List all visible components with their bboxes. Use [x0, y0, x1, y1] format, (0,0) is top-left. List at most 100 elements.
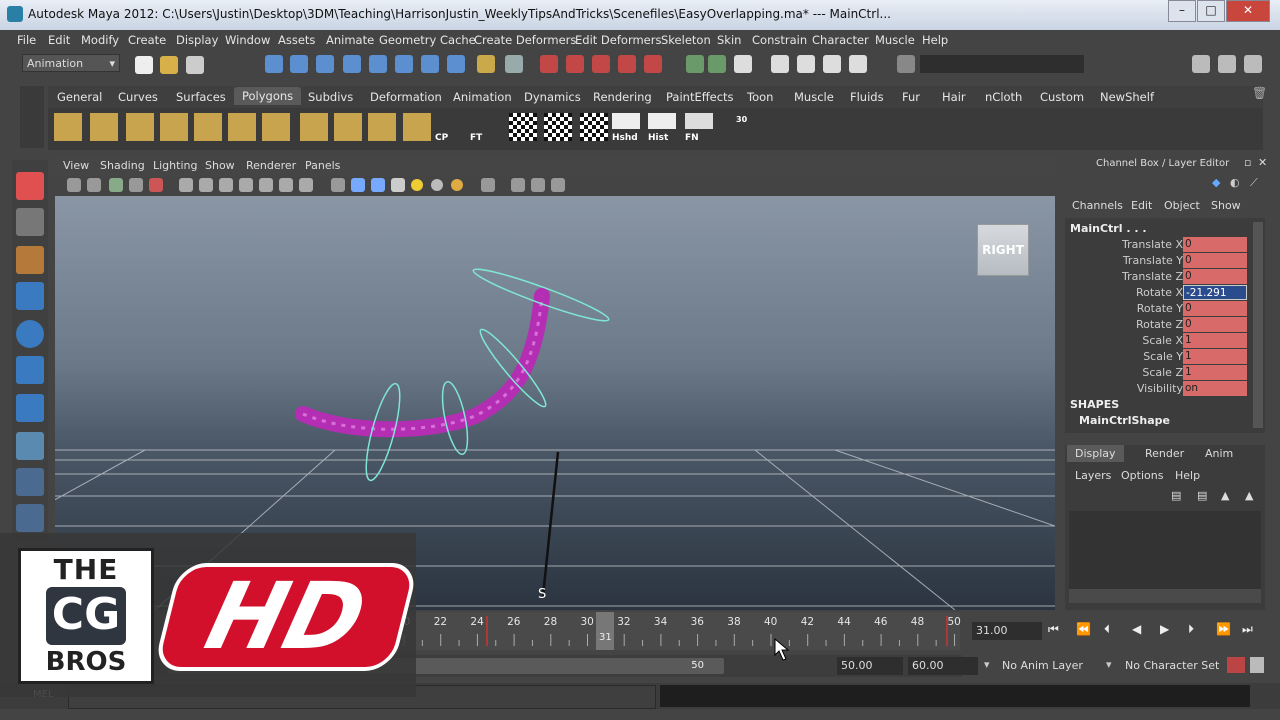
separate-icon[interactable]: [160, 113, 188, 141]
image-plane-icon[interactable]: [129, 178, 143, 192]
menu-create-deformers[interactable]: Create Deformers: [474, 33, 576, 47]
menu-character[interactable]: Character: [812, 33, 869, 47]
channel-row[interactable]: Translate X0: [1065, 237, 1247, 253]
snap-view-plane-icon[interactable]: [618, 55, 636, 73]
uv-checker-icon[interactable]: [544, 113, 572, 141]
channel-value[interactable]: 0: [1183, 269, 1247, 284]
output-ops-icon[interactable]: [708, 55, 726, 73]
tab-hair[interactable]: Hair: [942, 90, 966, 104]
menu-edit[interactable]: Edit: [48, 33, 70, 47]
render-current-icon[interactable]: [797, 55, 815, 73]
channel-box-scrollbar[interactable]: [1253, 222, 1263, 428]
channel-row[interactable]: Translate Z0: [1065, 269, 1247, 285]
step-back-frame-icon[interactable]: ⏪: [1076, 622, 1091, 636]
channel-row[interactable]: Visibility on: [1065, 381, 1247, 397]
select-tool-icon[interactable]: [16, 172, 44, 200]
grid-toggle-icon[interactable]: [179, 178, 193, 192]
menu-skeleton[interactable]: Skeleton: [661, 33, 711, 47]
cb-menu-object[interactable]: Object: [1164, 199, 1200, 212]
xray-components-icon[interactable]: [551, 178, 565, 192]
snap-curve-icon[interactable]: [566, 55, 584, 73]
poly-plane-icon[interactable]: [54, 113, 82, 141]
tab-painteffects[interactable]: PaintEffects: [666, 90, 734, 104]
layout-single-icon[interactable]: [16, 432, 44, 460]
shelf-menu-handle[interactable]: [20, 86, 44, 148]
cb-tool-icon[interactable]: ⟋: [1250, 176, 1258, 190]
play-forwards-icon[interactable]: ▶: [1160, 622, 1169, 636]
current-time-field[interactable]: 31.00: [972, 622, 1042, 640]
wireframe-on-shaded-icon[interactable]: [371, 178, 385, 192]
cb-menu-channels[interactable]: Channels: [1072, 199, 1123, 212]
layout-four-icon[interactable]: [16, 468, 44, 496]
toggle-channel-box-icon[interactable]: [1244, 55, 1262, 73]
sphere-edit-icon[interactable]: [403, 113, 431, 141]
uv-editor-icon[interactable]: [580, 113, 608, 141]
menu-geometry-cache[interactable]: Geometry Cache: [379, 33, 476, 47]
menu-skin[interactable]: Skin: [717, 33, 741, 47]
resolution-gate-icon[interactable]: [219, 178, 233, 192]
cb-layer-icon[interactable]: ◐: [1230, 176, 1240, 189]
xray-joints-icon[interactable]: [531, 178, 545, 192]
tab-muscle[interactable]: Muscle: [794, 90, 834, 104]
channel-row[interactable]: Translate Y0: [1065, 253, 1247, 269]
move-tool-icon[interactable]: [16, 282, 44, 310]
channel-value[interactable]: 0: [1183, 253, 1247, 268]
tab-custom[interactable]: Custom: [1040, 90, 1084, 104]
2d-pan-zoom-icon[interactable]: [149, 178, 163, 192]
lasso-tool-icon[interactable]: [16, 208, 44, 236]
channel-row[interactable]: Rotate Z0: [1065, 317, 1247, 333]
paint-select-icon[interactable]: [16, 246, 44, 274]
checker-icon[interactable]: [509, 113, 537, 141]
tab-animation[interactable]: Animation: [453, 90, 512, 104]
extract-icon[interactable]: [194, 113, 222, 141]
mirror-icon[interactable]: [262, 113, 290, 141]
move-down-icon[interactable]: ▲: [1245, 489, 1253, 502]
poly-cube-icon[interactable]: [90, 113, 118, 141]
camera-select-icon[interactable]: [67, 178, 81, 192]
select-misc-icon[interactable]: [447, 55, 465, 73]
select-surfaces-icon[interactable]: [421, 55, 439, 73]
menu-set-dropdown[interactable]: Animation ▾: [22, 54, 120, 72]
channel-value[interactable]: 0: [1183, 237, 1247, 252]
extrude-icon[interactable]: [300, 113, 328, 141]
minimize-button[interactable]: –: [1168, 0, 1196, 22]
highlight-selection-icon[interactable]: [505, 55, 523, 73]
shape-node-name[interactable]: MainCtrlShape: [1079, 414, 1170, 427]
use-all-lights-icon[interactable]: [411, 179, 423, 191]
menu-animate[interactable]: Animate: [326, 33, 374, 47]
anim-prefs-icon[interactable]: [1250, 657, 1264, 673]
move-up-icon[interactable]: ▲: [1221, 489, 1229, 502]
channel-row[interactable]: Scale Z1: [1065, 365, 1247, 381]
vp-menu-renderer[interactable]: Renderer: [246, 159, 296, 172]
menu-assets[interactable]: Assets: [278, 33, 315, 47]
go-to-end-icon[interactable]: ⏭: [1242, 622, 1253, 637]
wireframe-icon[interactable]: [331, 178, 345, 192]
menu-create[interactable]: Create: [128, 33, 166, 47]
smooth-icon[interactable]: [228, 113, 256, 141]
layer-hscrollbar[interactable]: [1069, 589, 1261, 603]
close-button[interactable]: ✕: [1226, 0, 1270, 22]
new-layer-icon[interactable]: ▤: [1171, 489, 1181, 502]
cb-toggle-icon[interactable]: ◆: [1212, 176, 1220, 189]
go-to-start-icon[interactable]: ⏮: [1048, 622, 1059, 637]
channel-value[interactable]: 1: [1183, 333, 1247, 348]
isolate-select-icon[interactable]: [481, 178, 495, 192]
smooth-shade-icon[interactable]: [351, 178, 365, 192]
channel-row[interactable]: Rotate Y0: [1065, 301, 1247, 317]
vp-menu-shading[interactable]: Shading: [100, 159, 145, 172]
channel-row[interactable]: Rotate X -21.291: [1065, 285, 1247, 301]
select-by-hierarchy-icon[interactable]: [265, 55, 283, 73]
layer-tab-anim[interactable]: Anim: [1205, 447, 1233, 460]
channel-value[interactable]: on: [1183, 381, 1247, 396]
layer-tab-display[interactable]: Display: [1067, 445, 1124, 462]
menu-constrain[interactable]: Constrain: [752, 33, 807, 47]
select-by-component-icon[interactable]: [316, 55, 334, 73]
tab-ncloth[interactable]: nCloth: [985, 90, 1022, 104]
tab-fur[interactable]: Fur: [902, 90, 920, 104]
menu-file[interactable]: File: [17, 33, 36, 47]
input-ops-icon[interactable]: [686, 55, 704, 73]
tab-polygons[interactable]: Polygons: [234, 87, 302, 105]
float-panel-icon[interactable]: ▫: [1244, 156, 1251, 169]
snap-point-icon[interactable]: [592, 55, 610, 73]
new-scene-icon[interactable]: [135, 56, 153, 74]
